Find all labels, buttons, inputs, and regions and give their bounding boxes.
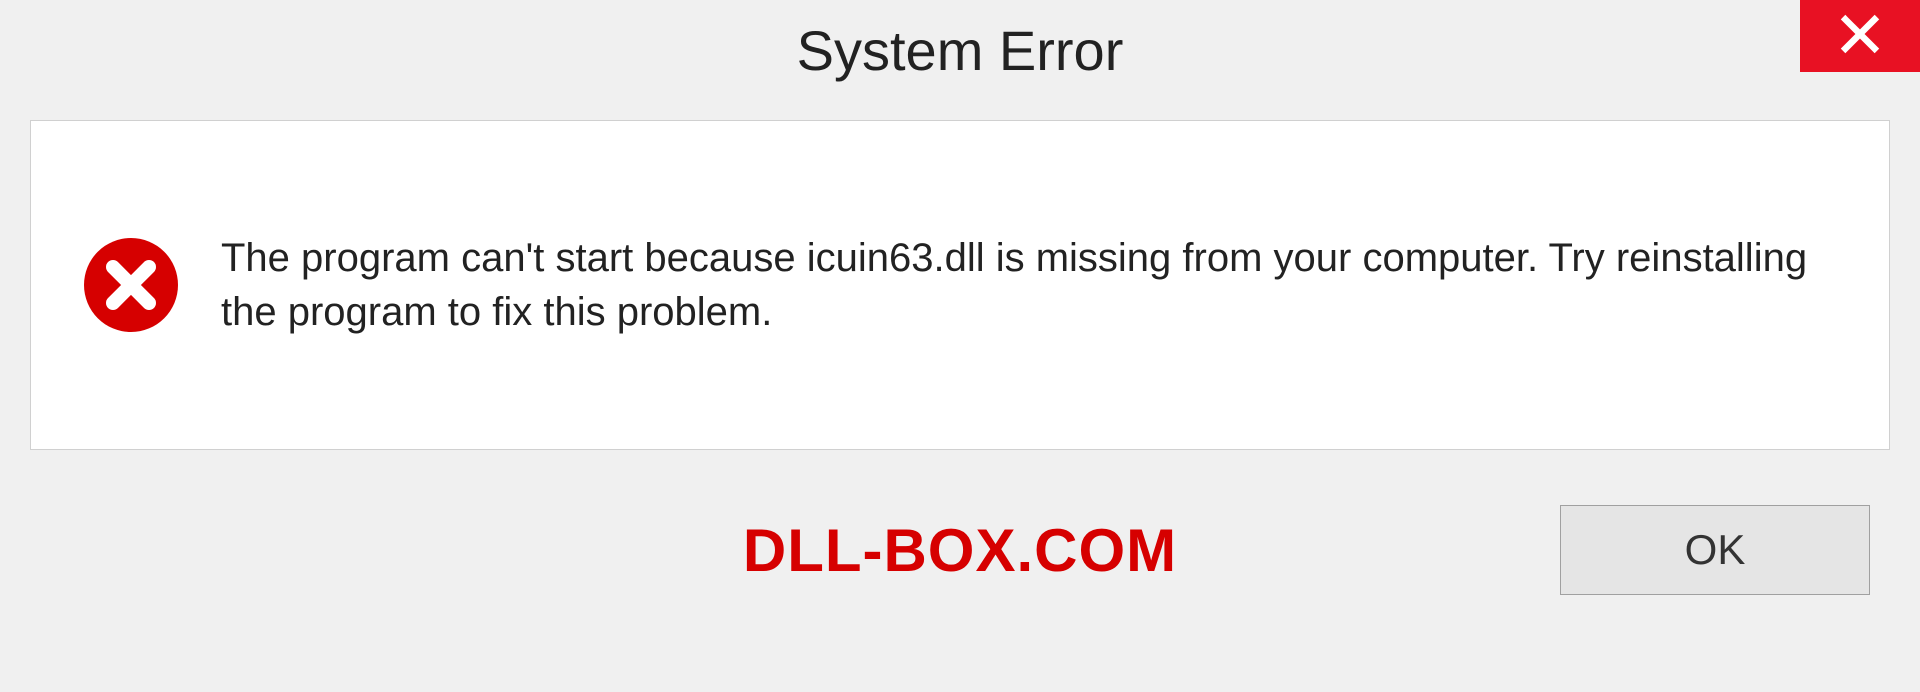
dialog-footer: DLL-BOX.COM OK — [30, 450, 1890, 650]
title-bar: System Error — [0, 0, 1920, 100]
watermark-text: DLL-BOX.COM — [743, 516, 1177, 585]
close-icon — [1838, 12, 1882, 61]
error-icon — [81, 235, 181, 335]
error-message: The program can't start because icuin63.… — [221, 231, 1849, 339]
close-button[interactable] — [1800, 0, 1920, 72]
ok-button[interactable]: OK — [1560, 505, 1870, 595]
dialog-title: System Error — [797, 18, 1124, 83]
dialog-content: The program can't start because icuin63.… — [30, 120, 1890, 450]
ok-button-label: OK — [1685, 526, 1746, 574]
